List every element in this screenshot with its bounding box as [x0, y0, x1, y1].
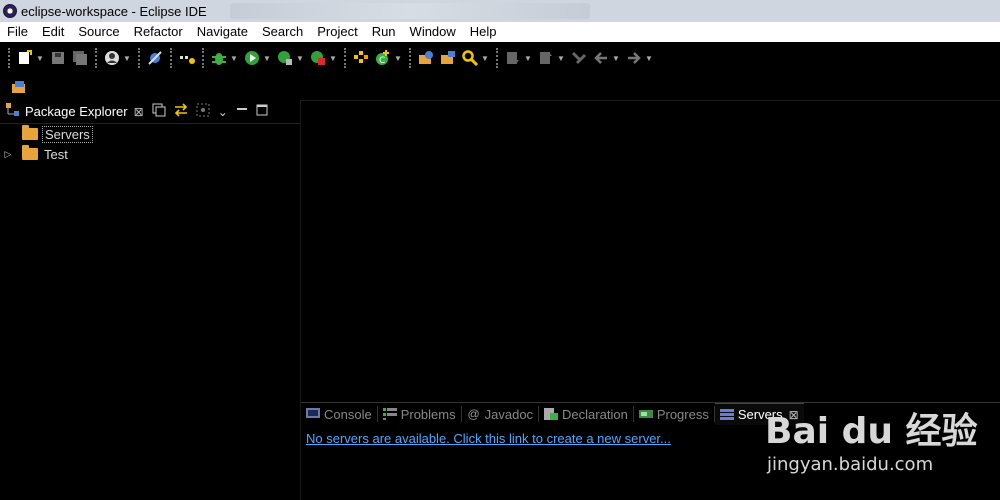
toolbar-separator	[170, 48, 172, 68]
title-bar: eclipse-workspace - Eclipse IDE	[0, 0, 1000, 22]
toolbar-separator	[344, 48, 346, 68]
menu-navigate[interactable]: Navigate	[190, 22, 255, 42]
project-folder-icon	[22, 145, 38, 160]
toolbar-separator	[95, 48, 97, 68]
next-annotation-dropdown-icon[interactable]: ▼	[524, 54, 532, 63]
tab-declaration[interactable]: Declaration	[539, 403, 633, 425]
package-explorer-panel: Package Explorer ⊠ ⌄ Servers ▷ Test	[0, 100, 300, 500]
coverage-dropdown-icon[interactable]: ▼	[296, 54, 304, 63]
menu-search[interactable]: Search	[255, 22, 310, 42]
watermark-url: jingyan.baidu.com	[767, 454, 934, 475]
menu-project[interactable]: Project	[310, 22, 364, 42]
servers-icon	[719, 408, 734, 421]
toolbar-separator	[409, 48, 411, 68]
link-with-editor-icon[interactable]	[174, 103, 188, 120]
forward-icon[interactable]	[625, 49, 643, 67]
toolbar-separator	[138, 48, 140, 68]
package-explorer-icon	[5, 102, 21, 121]
toolbar-separator	[202, 48, 204, 68]
tree-item-label: Servers	[42, 125, 93, 143]
toolbar-separator	[496, 48, 498, 68]
run-dropdown-icon[interactable]: ▼	[263, 54, 271, 63]
last-edit-location-icon[interactable]	[570, 49, 588, 67]
previous-annotation-dropdown-icon[interactable]: ▼	[557, 54, 565, 63]
focus-icon[interactable]	[196, 103, 210, 120]
menu-source[interactable]: Source	[71, 22, 126, 42]
watermark-logo: Bai du 经验	[765, 411, 978, 452]
debug-dropdown-icon[interactable]: ▼	[230, 54, 238, 63]
secondary-toolbar	[0, 74, 1000, 100]
javadoc-at-icon: @	[467, 407, 480, 421]
search-dropdown-icon[interactable]: ▼	[481, 54, 489, 63]
previous-annotation-icon[interactable]	[537, 49, 555, 67]
window-title: eclipse-workspace - Eclipse IDE	[21, 3, 207, 19]
editor-area	[301, 100, 1000, 401]
tree-item-test[interactable]: ▷ Test	[0, 144, 300, 164]
svg-text:C: C	[379, 56, 385, 66]
expand-arrow-icon[interactable]: ▷	[2, 149, 14, 160]
external-tools-icon[interactable]	[309, 49, 327, 67]
menu-help[interactable]: Help	[463, 22, 504, 42]
menu-bar: File Edit Source Refactor Navigate Searc…	[0, 22, 1000, 42]
eclipse-logo-icon	[3, 4, 17, 18]
toolbar-separator	[8, 48, 10, 68]
new-class-dropdown-icon[interactable]: ▼	[394, 54, 402, 63]
coverage-icon[interactable]	[276, 49, 294, 67]
declaration-icon	[544, 408, 559, 420]
tab-problems[interactable]: Problems	[378, 403, 461, 425]
new-icon[interactable]	[16, 49, 34, 67]
tab-console[interactable]: Console	[301, 403, 377, 425]
progress-icon	[638, 408, 653, 420]
tree-item-label: Test	[44, 146, 68, 162]
skip-breakpoints-icon[interactable]	[146, 49, 164, 67]
run-icon[interactable]	[243, 49, 261, 67]
tab-label: Problems	[400, 406, 456, 422]
problems-icon	[382, 408, 397, 420]
console-icon	[306, 408, 320, 420]
annotation-icon[interactable]	[178, 49, 196, 67]
new-dropdown-icon[interactable]: ▼	[36, 54, 44, 63]
save-icon[interactable]	[49, 49, 67, 67]
baidu-jingyan-watermark: Bai du 经验 jingyan.baidu.com	[765, 392, 995, 492]
tab-label: Javadoc	[484, 406, 534, 422]
package-explorer-title[interactable]: Package Explorer	[25, 104, 128, 119]
package-explorer-header: Package Explorer ⊠ ⌄	[0, 100, 300, 124]
open-perspective-icon[interactable]	[10, 78, 28, 96]
new-package-icon[interactable]	[352, 49, 370, 67]
external-tools-dropdown-icon[interactable]: ▼	[329, 54, 337, 63]
tab-label: Console	[324, 406, 372, 422]
background-window-tabs	[230, 3, 590, 19]
menu-file[interactable]: File	[0, 22, 35, 42]
tab-progress[interactable]: Progress	[634, 403, 714, 425]
open-task-icon[interactable]	[439, 49, 457, 67]
tab-javadoc[interactable]: @ Javadoc	[462, 403, 538, 425]
menu-window[interactable]: Window	[403, 22, 463, 42]
profile-icon[interactable]	[103, 49, 121, 67]
menu-run[interactable]: Run	[365, 22, 403, 42]
open-type-icon[interactable]	[417, 49, 435, 67]
collapse-all-icon[interactable]	[152, 103, 166, 120]
menu-edit[interactable]: Edit	[35, 22, 71, 42]
debug-icon[interactable]	[210, 49, 228, 67]
back-icon[interactable]	[592, 49, 610, 67]
back-dropdown-icon[interactable]: ▼	[612, 54, 620, 63]
search-icon[interactable]	[461, 49, 479, 67]
tab-label: Progress	[656, 406, 709, 422]
tab-label: Declaration	[562, 406, 628, 422]
folder-icon	[22, 125, 38, 140]
save-all-icon[interactable]	[71, 49, 89, 67]
view-menu-chevron-down-icon[interactable]: ⌄	[218, 105, 228, 119]
menu-refactor[interactable]: Refactor	[127, 22, 190, 42]
profile-dropdown-icon[interactable]: ▼	[123, 54, 131, 63]
minimize-icon[interactable]	[236, 104, 248, 119]
main-toolbar: ▼ ▼ ▼ ▼ ▼ ▼ C ▼ ▼ ▼ ▼ ▼ ▼	[0, 42, 1000, 74]
maximize-icon[interactable]	[256, 104, 268, 119]
next-annotation-icon[interactable]	[504, 49, 522, 67]
new-class-icon[interactable]: C	[374, 49, 392, 67]
close-icon[interactable]: ⊠	[134, 105, 144, 119]
tree-item-servers[interactable]: Servers	[0, 124, 300, 144]
forward-dropdown-icon[interactable]: ▼	[645, 54, 653, 63]
